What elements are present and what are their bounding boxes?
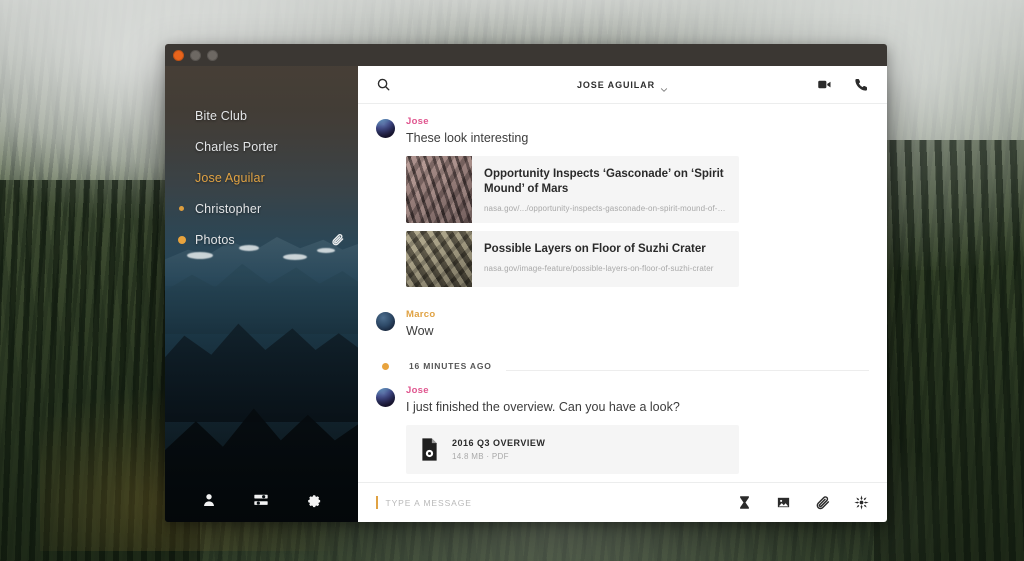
message-input[interactable]: TYPE A MESSAGE — [386, 498, 738, 508]
file-meta: 14.8 MB · PDF — [452, 451, 509, 461]
conversation-label: Charles Porter — [195, 139, 278, 154]
paperclip-icon — [331, 233, 344, 246]
sidebar-item-charles-porter[interactable]: Charles Porter — [165, 131, 358, 162]
avatar[interactable] — [376, 119, 395, 138]
video-camera-icon[interactable] — [817, 77, 832, 92]
avatar[interactable] — [376, 388, 395, 408]
sidebar-item-bite-club[interactable]: Bite Club — [165, 100, 358, 131]
link-thumbnail — [406, 231, 472, 288]
message-item: Jose These look interesting Opportunity … — [376, 116, 869, 295]
message-list: Jose These look interesting Opportunity … — [358, 104, 887, 482]
sliders-icon[interactable] — [253, 492, 269, 508]
sidebar-footer — [165, 478, 358, 522]
file-details: 2016 Q3 OVERVIEW 14.8 MB · PDF — [452, 438, 545, 461]
phone-icon[interactable] — [854, 77, 869, 92]
profile-icon[interactable] — [201, 492, 217, 508]
link-title: Possible Layers on Floor of Suzhi Crater — [484, 243, 706, 256]
composer-actions — [737, 495, 869, 510]
sidebar-item-christopher[interactable]: Christopher — [165, 193, 358, 224]
forest-silhouette-right — [874, 140, 1024, 561]
paperclip-icon[interactable] — [815, 495, 830, 510]
unread-dot — [178, 235, 186, 244]
link-preview-card[interactable]: Opportunity Inspects ‘Gasconade’ on ‘Spi… — [406, 155, 739, 224]
sidebar-item-jose-aguilar[interactable]: Jose Aguilar — [165, 162, 358, 193]
link-url: nasa.gov/image-feature/possible-layers-o… — [484, 264, 714, 274]
mountain-ridge-mid — [165, 263, 358, 334]
message-item: Jose I just finished the overview. Can y… — [376, 385, 869, 474]
chat-header: JOSE AGUILAR — [358, 66, 887, 104]
image-icon[interactable] — [776, 495, 791, 510]
file-pdf-icon — [420, 438, 439, 461]
message-author: Marco — [406, 309, 436, 321]
file-attachment-card[interactable]: 2016 Q3 OVERVIEW 14.8 MB · PDF — [406, 424, 739, 474]
desktop-wallpaper: Bite Club Charles Porter Jose Aguilar Ch… — [0, 0, 1024, 561]
close-window-button[interactable] — [173, 49, 184, 61]
message-author: Jose — [406, 385, 429, 397]
gear-icon[interactable] — [306, 492, 322, 508]
link-url: nasa.gov/.../opportunity-inspects-gascon… — [484, 204, 727, 214]
message-content: Jose These look interesting Opportunity … — [406, 116, 869, 295]
divider-line — [505, 370, 869, 372]
hourglass-icon[interactable] — [737, 495, 752, 510]
conversation-list: Bite Club Charles Porter Jose Aguilar Ch… — [165, 66, 358, 255]
avatar[interactable] — [376, 312, 395, 332]
text-cursor — [376, 496, 378, 509]
message-content: Jose I just finished the overview. Can y… — [406, 385, 869, 474]
maximize-window-button[interactable] — [207, 49, 218, 61]
window-body: Bite Club Charles Porter Jose Aguilar Ch… — [165, 66, 887, 522]
message-text: I just finished the overview. Can you ha… — [406, 400, 680, 415]
file-name: 2016 Q3 OVERVIEW — [452, 437, 546, 448]
divider-dot — [382, 362, 389, 370]
link-thumbnail — [406, 155, 472, 224]
message-item: Marco Wow — [376, 309, 869, 349]
window-titlebar — [165, 44, 887, 66]
link-card-body: Opportunity Inspects ‘Gasconade’ on ‘Spi… — [472, 156, 739, 223]
sparkle-icon[interactable] — [854, 495, 869, 510]
page-title[interactable]: JOSE AGUILAR — [577, 80, 655, 90]
search-icon[interactable] — [376, 77, 391, 92]
message-author: Jose — [406, 116, 429, 127]
mountain-ridge-near — [165, 323, 358, 422]
timestamp-divider: 16 MINUTES AGO — [376, 361, 869, 372]
message-content: Marco Wow — [406, 309, 869, 349]
minimize-window-button[interactable] — [190, 49, 201, 61]
message-text: These look interesting — [406, 131, 529, 145]
conversation-label: Bite Club — [195, 108, 248, 123]
message-composer: TYPE A MESSAGE — [358, 482, 887, 522]
conversation-label: Photos — [195, 232, 235, 247]
chat-title-group: JOSE AGUILAR — [358, 80, 887, 92]
chevron-down-icon[interactable] — [660, 81, 668, 92]
chat-pane: JOSE AGUILAR Jose These look interesting… — [358, 66, 887, 522]
conversation-label: Christopher — [195, 201, 262, 216]
conversation-label: Jose Aguilar — [195, 170, 265, 185]
link-title: Opportunity Inspects ‘Gasconade’ on ‘Spi… — [484, 167, 724, 196]
link-preview-card[interactable]: Possible Layers on Floor of Suzhi Crater… — [406, 231, 739, 288]
message-text: Wow — [406, 324, 434, 339]
link-card-body: Possible Layers on Floor of Suzhi Crater… — [472, 231, 726, 287]
chat-header-actions — [817, 77, 869, 92]
timestamp-label: 16 MINUTES AGO — [409, 361, 492, 372]
chat-app-window: Bite Club Charles Porter Jose Aguilar Ch… — [165, 44, 887, 522]
sidebar: Bite Club Charles Porter Jose Aguilar Ch… — [165, 66, 358, 522]
unread-dot — [179, 206, 184, 211]
sidebar-item-photos[interactable]: Photos — [165, 224, 358, 255]
